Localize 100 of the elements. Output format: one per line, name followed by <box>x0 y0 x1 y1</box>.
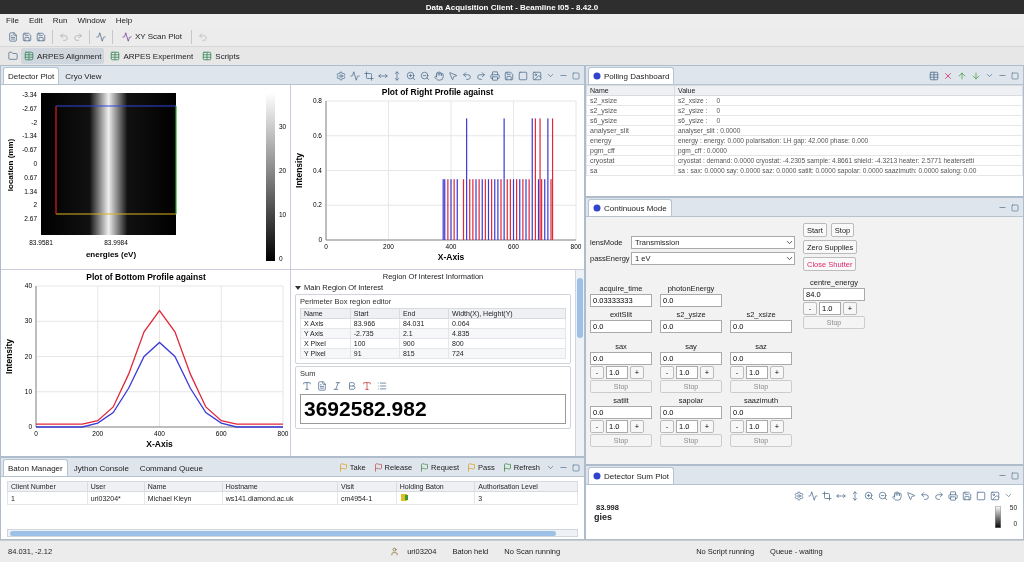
flag-icon <box>502 463 512 472</box>
maximize-icon[interactable] <box>572 463 580 472</box>
perspective-tab[interactable]: ARPES Experiment <box>107 48 197 64</box>
view-menu-icon[interactable] <box>546 71 555 80</box>
menu-item[interactable]: Edit <box>28 16 43 25</box>
view-icon <box>593 472 601 480</box>
print-icon[interactable] <box>490 70 500 81</box>
perspective-tab[interactable]: ARPES Alignment <box>21 48 105 64</box>
user-icon <box>390 547 400 556</box>
window-title: Data Acquisition Client - Beamline I05 - 8.42.0 <box>0 0 1024 14</box>
document-icon[interactable] <box>317 381 327 391</box>
redo-icon[interactable] <box>934 490 944 501</box>
font-icon[interactable] <box>302 381 312 391</box>
scrollbar[interactable] <box>575 270 584 456</box>
chart-icon[interactable] <box>96 31 106 42</box>
view-tab[interactable]: Detector Sum Plot <box>588 467 674 484</box>
plot-button[interactable]: XY Scan Plot <box>119 28 185 45</box>
down-arrow-icon[interactable] <box>971 70 981 81</box>
view-tab[interactable]: Command Queue <box>134 459 208 476</box>
menu-item[interactable]: Help <box>115 16 133 25</box>
open-perspective-icon[interactable] <box>8 51 18 61</box>
view-tab[interactable]: Cryo View <box>60 67 107 84</box>
layout-icon <box>110 51 121 61</box>
vertical-arrows-icon[interactable] <box>850 490 860 501</box>
view-tab[interactable]: Detector Plot <box>3 67 60 84</box>
view-tab[interactable]: Continuous Mode <box>588 199 672 216</box>
pointer-icon[interactable] <box>906 490 916 501</box>
view-icon <box>593 204 601 212</box>
menu-item[interactable]: Run <box>52 16 68 25</box>
view-menu-icon[interactable] <box>546 463 555 472</box>
vertical-arrows-icon[interactable] <box>392 70 402 81</box>
axis-label: Intensity <box>294 153 304 188</box>
flag-icon <box>373 463 383 472</box>
view-menu-icon[interactable] <box>985 71 994 80</box>
crop-icon[interactable] <box>822 490 832 501</box>
flag-icon <box>338 463 348 472</box>
chart-title: Plot of Bottom Profile against <box>86 272 206 282</box>
chart-icon[interactable] <box>350 70 360 81</box>
maximize-icon[interactable] <box>1011 203 1019 212</box>
view-tab[interactable]: Baton Manager <box>3 459 68 476</box>
image-icon[interactable] <box>990 490 1000 501</box>
colorbar <box>995 506 1001 528</box>
remove-icon[interactable] <box>943 70 953 81</box>
print-icon[interactable] <box>948 490 958 501</box>
redo-icon[interactable] <box>73 31 83 42</box>
hand-icon[interactable] <box>434 70 444 81</box>
axis-label: location (mm) <box>6 138 15 192</box>
zoom-in-icon[interactable] <box>406 70 416 81</box>
flag-icon <box>420 463 430 472</box>
axis-label: gies <box>594 512 612 522</box>
scrollbar[interactable] <box>7 529 578 537</box>
undo-icon[interactable] <box>462 70 472 81</box>
image-icon[interactable] <box>532 70 542 81</box>
sum-value: 3692582.982 <box>300 394 566 424</box>
save-all-icon[interactable] <box>36 31 46 42</box>
zoom-in-icon[interactable] <box>864 490 874 501</box>
expand-arrow-icon[interactable] <box>295 284 301 291</box>
view-tab[interactable]: Jython Console <box>68 459 134 476</box>
up-arrow-icon[interactable] <box>957 70 967 81</box>
chart-icon <box>122 31 132 42</box>
italic-icon[interactable] <box>332 381 342 391</box>
axis-label: X-Axis <box>437 252 465 262</box>
zoom-out-icon[interactable] <box>420 70 430 81</box>
text-color-icon[interactable] <box>362 381 372 391</box>
chart-icon[interactable] <box>808 490 818 501</box>
settings-icon[interactable] <box>794 490 804 501</box>
square-icon[interactable] <box>976 490 986 501</box>
maximize-icon[interactable] <box>1011 71 1019 80</box>
maximize-icon[interactable] <box>1011 471 1019 480</box>
save-icon[interactable] <box>22 31 32 42</box>
view-tab[interactable]: Polling Dashboard <box>588 67 675 84</box>
list-icon[interactable] <box>377 381 387 391</box>
pointer-icon[interactable] <box>448 70 458 81</box>
region-rectangle[interactable] <box>55 105 177 215</box>
flag-icon <box>467 463 477 472</box>
menu-item[interactable]: File <box>6 16 19 25</box>
save-icon[interactable] <box>504 70 514 81</box>
table-icon[interactable] <box>929 70 939 81</box>
axis-label: X-Axis <box>146 439 173 449</box>
redo-icon[interactable] <box>476 70 486 81</box>
axis-label: energies (eV) <box>85 250 137 259</box>
bold-icon[interactable] <box>347 381 357 391</box>
square-icon[interactable] <box>518 70 528 81</box>
axis-label: Intensity <box>4 339 14 374</box>
undo-icon[interactable] <box>920 490 930 501</box>
chart-title: Plot of Right Profile against <box>381 87 494 97</box>
menu-item[interactable]: Window <box>77 16 106 25</box>
view-menu-icon[interactable] <box>1004 491 1013 500</box>
perspective-tab[interactable]: Scripts <box>199 48 243 64</box>
crop-icon[interactable] <box>364 70 374 81</box>
hand-icon[interactable] <box>892 490 902 501</box>
undo-icon[interactable] <box>59 31 69 42</box>
view-icon <box>593 72 601 80</box>
new-file-icon[interactable] <box>8 31 18 42</box>
layout-icon <box>24 51 34 61</box>
save-icon[interactable] <box>962 490 972 501</box>
maximize-icon[interactable] <box>572 71 580 80</box>
layout-icon <box>202 51 213 61</box>
settings-icon[interactable] <box>336 70 346 81</box>
zoom-out-icon[interactable] <box>878 490 888 501</box>
